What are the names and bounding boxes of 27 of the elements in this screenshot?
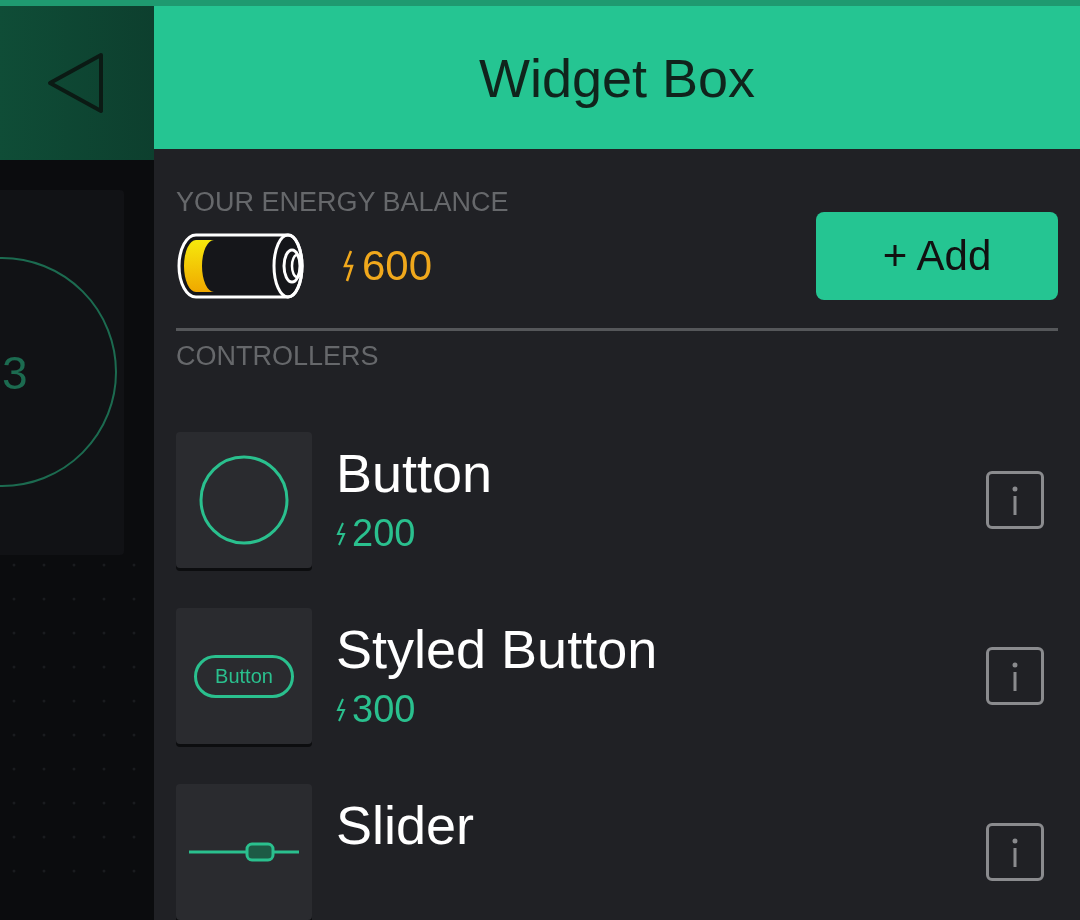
widget-name: Button bbox=[336, 442, 493, 505]
info-button[interactable] bbox=[986, 471, 1044, 529]
info-icon bbox=[1010, 661, 1020, 691]
knob-ring-icon bbox=[0, 254, 120, 490]
widget-tile[interactable] bbox=[176, 784, 312, 920]
widget-price: 300 bbox=[352, 688, 416, 731]
add-button[interactable]: + Add bbox=[816, 212, 1058, 300]
section-title: CONTROLLERS bbox=[176, 341, 380, 372]
widget-tile[interactable]: Button bbox=[176, 608, 312, 744]
widget-name: Styled Button bbox=[336, 618, 658, 681]
info-icon bbox=[1010, 837, 1020, 867]
bolt-icon bbox=[342, 250, 356, 282]
circle-icon bbox=[198, 454, 290, 546]
window-title: Widget Box bbox=[478, 46, 756, 109]
widget-tile[interactable] bbox=[176, 432, 312, 568]
widget-value: 3 bbox=[2, 345, 28, 400]
slider-icon bbox=[188, 842, 300, 862]
info-button[interactable] bbox=[986, 647, 1044, 705]
energy-amount: 600 bbox=[362, 242, 433, 290]
widget-price: 200 bbox=[352, 512, 416, 555]
widget-name: Slider bbox=[336, 794, 475, 857]
bolt-icon bbox=[336, 521, 346, 546]
bolt-icon bbox=[336, 697, 346, 722]
info-icon bbox=[1010, 485, 1020, 515]
button-preview: Button bbox=[194, 654, 294, 698]
energy-label: YOUR ENERGY BALANCE bbox=[176, 187, 510, 218]
info-button[interactable] bbox=[986, 823, 1044, 881]
